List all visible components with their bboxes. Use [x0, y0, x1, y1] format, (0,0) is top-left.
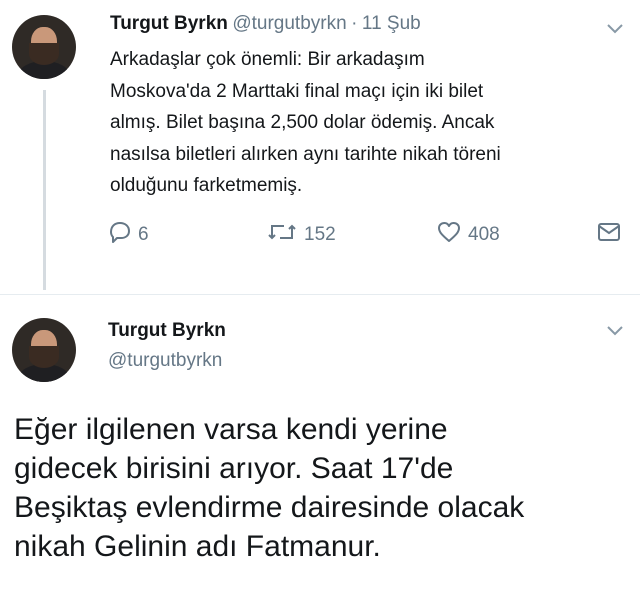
tweet-text: Arkadaşlar çok önemli: Bir arkadaşım Mos… — [110, 49, 501, 196]
user-handle[interactable]: @turgutbyrkn — [232, 13, 346, 34]
dm-button[interactable] — [596, 220, 622, 250]
reply-button[interactable]: 6 — [106, 220, 149, 250]
tweet-text: Eğer ilgilenen varsa kendi yerine gidece… — [14, 413, 525, 563]
tweet-header: Turgut Byrkn @turgutbyrkn · 11 Şub — [110, 13, 421, 35]
reply-count: 6 — [138, 224, 149, 245]
separator-dot: · — [351, 13, 358, 34]
retweet-count: 152 — [304, 224, 336, 245]
tweet-actions: 6 152 408 — [106, 220, 626, 250]
chevron-down-icon[interactable] — [606, 322, 624, 340]
retweet-icon — [266, 220, 298, 250]
tweet-divider — [0, 294, 640, 295]
like-button[interactable]: 408 — [436, 220, 500, 250]
retweet-button[interactable]: 152 — [266, 220, 336, 250]
thread-line — [43, 90, 46, 290]
avatar[interactable] — [12, 318, 76, 382]
like-count: 408 — [468, 224, 500, 245]
tweet-date[interactable]: 11 Şub — [362, 13, 421, 34]
dm-icon — [596, 220, 622, 250]
like-icon — [436, 220, 462, 250]
reply-icon — [106, 220, 132, 250]
user-handle[interactable]: @turgutbyrkn — [108, 350, 222, 372]
display-name[interactable]: Turgut Byrkn — [108, 320, 226, 342]
chevron-down-icon[interactable] — [606, 20, 624, 38]
display-name[interactable]: Turgut Byrkn — [110, 13, 228, 34]
avatar[interactable] — [12, 15, 76, 79]
